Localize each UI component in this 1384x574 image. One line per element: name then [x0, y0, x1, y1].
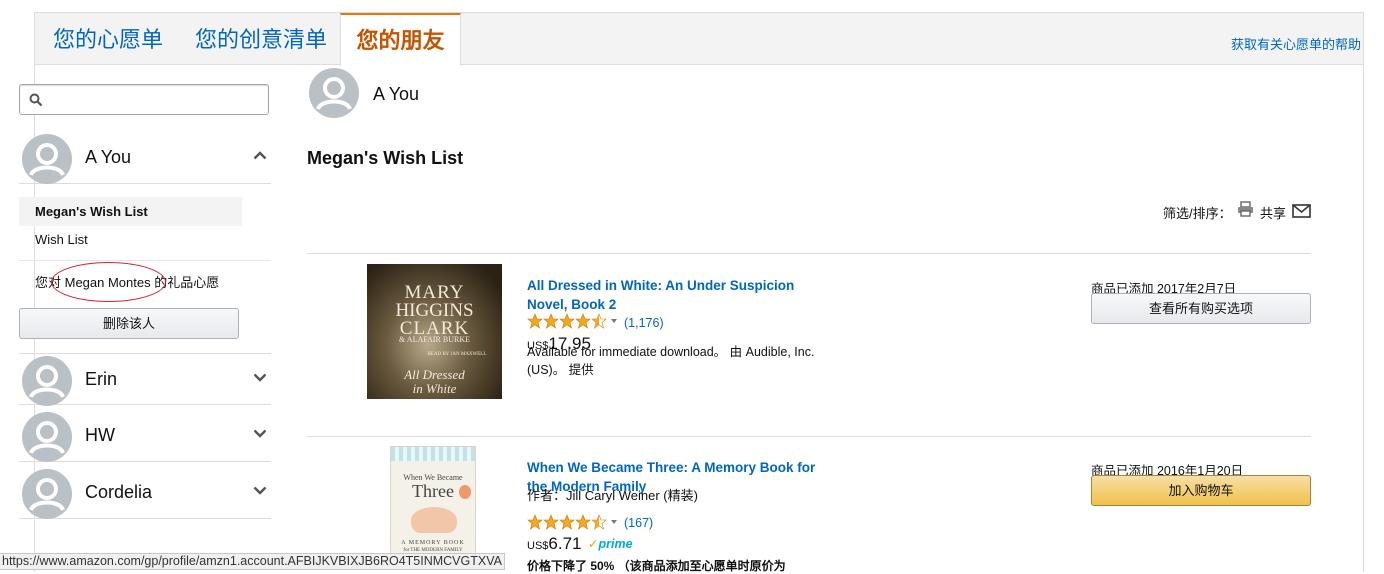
filter-sort-link[interactable]: 筛选/排序： — [1163, 203, 1232, 222]
price: US$6.71 — [527, 534, 582, 553]
chevron-down-icon[interactable] — [253, 486, 267, 495]
owner-avatar-icon — [309, 68, 359, 118]
divider — [307, 436, 1311, 437]
friend-name: Cordelia — [85, 482, 153, 502]
wish-list-title: Megan's Wish List — [307, 148, 464, 168]
list-item-wish-list[interactable]: Wish List — [19, 227, 271, 261]
mail-icon[interactable] — [1292, 204, 1311, 218]
product-image[interactable]: When We Became Three A MEMORY BOOK for T… — [390, 446, 476, 568]
review-count-link[interactable]: (1,176) — [624, 316, 664, 330]
avatar-icon — [22, 469, 72, 519]
tab-your-lists[interactable]: 您的心愿单 — [53, 13, 163, 65]
tab-your-friends[interactable]: 您的朋友 — [340, 13, 461, 66]
friend-name: HW — [85, 425, 115, 445]
price-drop-text: 价格下降了 50% （该商品添加至心愿单时原价为 — [527, 559, 786, 573]
divider — [307, 253, 1311, 254]
review-count-link[interactable]: (167) — [624, 516, 653, 530]
star-rating[interactable] — [527, 313, 623, 329]
availability-text: Available for immediate download。 由 Audi… — [527, 345, 815, 377]
star-rating[interactable] — [527, 514, 623, 530]
friend-item-a-you[interactable]: A You — [19, 132, 271, 184]
search-icon — [29, 93, 43, 107]
friend-item-cordelia[interactable]: Cordelia — [19, 467, 271, 519]
owner-name: A You — [373, 84, 420, 104]
check-icon: ✓ — [588, 537, 599, 551]
print-icon[interactable] — [1237, 201, 1254, 217]
friend-name: Erin — [85, 369, 118, 389]
see-all-buying-options-button[interactable]: 查看所有购买选项 — [1091, 293, 1311, 324]
chevron-down-icon[interactable] — [253, 429, 267, 438]
friend-item-erin[interactable]: Erin — [19, 353, 271, 406]
share-label[interactable]: 共享 — [1260, 203, 1286, 222]
status-bar-url: https://www.amazon.com/gp/profile/amzn1.… — [0, 553, 505, 570]
avatar-icon — [22, 356, 72, 406]
tab-bar: 您的心愿单 您的创意清单 您的朋友 获取有关心愿单的帮助 — [35, 13, 1363, 66]
prime-badge: ✓prime — [588, 537, 633, 551]
author-line: 作者：Jill Caryl Weiner (精装) — [527, 488, 698, 503]
avatar-icon — [22, 412, 72, 462]
friend-search-input[interactable] — [19, 84, 269, 115]
remove-friend-button[interactable]: 删除该人 — [19, 308, 239, 339]
product-image[interactable]: MARY HIGGINS CLARK & ALAFAIR BURKE READ … — [367, 264, 502, 399]
help-link[interactable]: 获取有关心愿单的帮助 — [1231, 34, 1361, 53]
friend-item-hw[interactable]: HW — [19, 410, 271, 462]
product-title-link[interactable]: All Dressed in White: An Under Suspicion… — [527, 276, 817, 314]
friend-name: A You — [85, 147, 132, 167]
tab-idea-lists[interactable]: 您的创意清单 — [195, 13, 327, 65]
list-item-megans-wish-list[interactable]: Megan's Wish List — [19, 197, 242, 226]
chevron-up-icon[interactable] — [253, 151, 267, 160]
annotation-circle — [51, 262, 166, 302]
add-to-cart-button[interactable]: 加入购物车 — [1091, 475, 1311, 506]
avatar-icon — [22, 134, 72, 184]
chevron-down-icon[interactable] — [253, 373, 267, 382]
